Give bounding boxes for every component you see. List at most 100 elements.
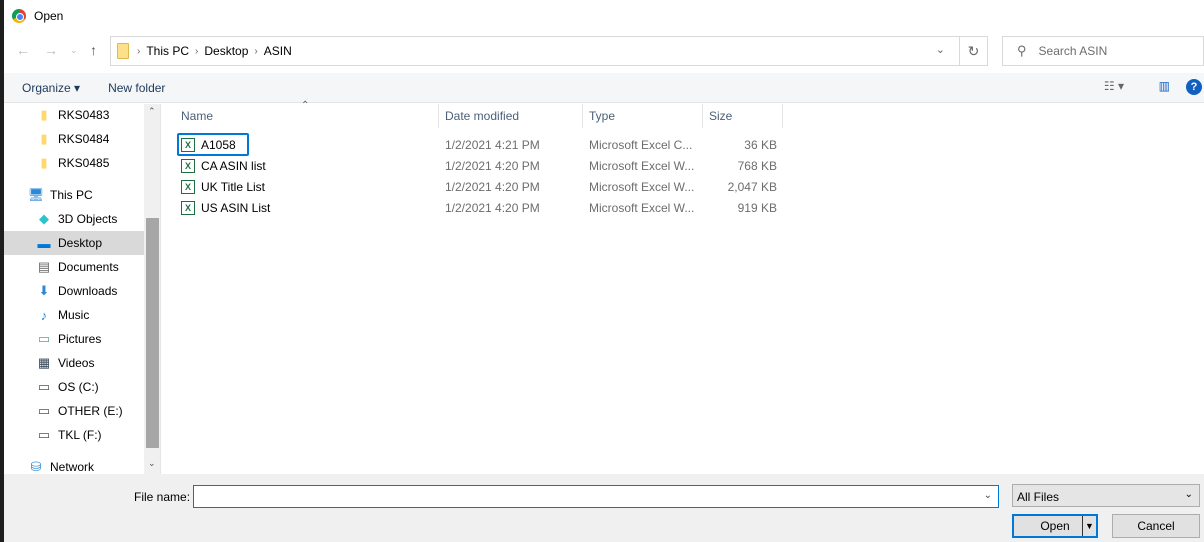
sidebar-item-videos[interactable]: ▦ Videos <box>4 351 144 375</box>
address-bar[interactable]: › This PC › Desktop › ASIN ⌄ <box>110 36 960 66</box>
sidebar-scrollbar[interactable]: ⌃ ⌄ <box>144 104 160 474</box>
column-header-type[interactable]: Type <box>583 104 703 128</box>
sidebar-item-3d-objects[interactable]: ◆ 3D Objects <box>4 207 144 231</box>
column-header-name[interactable]: Name <box>175 104 439 128</box>
excel-file-icon: X <box>181 159 195 173</box>
sidebar-item-os-c[interactable]: ▭ OS (C:) <box>4 375 144 399</box>
computer-icon: 🖥 <box>27 187 45 202</box>
excel-file-icon: X <box>181 180 195 194</box>
file-name-label: File name: <box>134 490 191 504</box>
help-icon[interactable]: ? <box>1186 79 1202 95</box>
sidebar-item-this-pc[interactable]: 🖥 This PC <box>4 183 144 207</box>
navigation-bar: ← → ⌄ ↑ › This PC › Desktop › ASIN ⌄ ↻ ⚲… <box>4 36 1204 66</box>
file-size: 36 KB <box>744 138 777 152</box>
sidebar-item-music[interactable]: ♪ Music <box>4 303 144 327</box>
toolbar: Organize ▾ New folder ☷ ▾ ▥ ? <box>4 73 1204 103</box>
file-name-input[interactable]: ⌄ <box>193 485 999 508</box>
sidebar-item-tkl-f[interactable]: ▭ TKL (F:) <box>4 423 144 447</box>
column-header-date-modified[interactable]: Date modified <box>439 104 583 128</box>
sidebar-item-label: Documents <box>58 260 119 274</box>
file-row[interactable]: X UK Title List 1/2/2021 4:20 PM Microsoft … <box>179 177 819 198</box>
navigation-pane: ▮ RKS0483 ▮ RKS0484 ▮ RKS0485 🖥 This PC ◆ 3D Obje… <box>4 104 160 474</box>
open-button[interactable]: Open ▼ <box>1012 514 1098 538</box>
open-dropdown-icon[interactable]: ▼ <box>1082 516 1096 536</box>
search-input[interactable]: ⚲ Search ASIN <box>1002 36 1204 66</box>
breadcrumb-asin[interactable]: ASIN <box>264 44 292 58</box>
sidebar-item-other-e[interactable]: ▭ OTHER (E:) <box>4 399 144 423</box>
chrome-icon <box>12 9 26 23</box>
file-date: 1/2/2021 4:20 PM <box>445 180 540 194</box>
chevron-right-icon: › <box>254 45 258 57</box>
chevron-down-icon[interactable]: ⌄ <box>984 490 992 501</box>
download-icon: ⬇ <box>38 283 50 298</box>
open-label: Open <box>1040 519 1070 533</box>
scroll-down-icon[interactable]: ⌄ <box>148 458 156 469</box>
scroll-up-icon[interactable]: ⌃ <box>148 106 156 117</box>
sidebar-item-label: TKL (F:) <box>58 428 102 442</box>
sidebar-item-label: Desktop <box>58 236 103 250</box>
file-type-select[interactable]: All Files ⌄ <box>1012 484 1200 507</box>
file-name: UK Title List <box>201 180 266 194</box>
file-row[interactable]: X CA ASIN list 1/2/2021 4:20 PM Microsoft E… <box>179 156 819 177</box>
sidebar-item-label: Downloads <box>58 284 118 298</box>
bottom-panel: File name: ⌄ All Files ⌄ Open ▼ Cancel <box>4 474 1204 542</box>
file-type: Microsoft Excel C... <box>589 138 693 152</box>
organize-button[interactable]: Organize ▾ <box>22 81 80 95</box>
sidebar-item-pictures[interactable]: ▭ Pictures <box>4 327 144 351</box>
chevron-down-icon[interactable]: ⌄ <box>936 43 945 56</box>
preview-pane-icon[interactable]: ▥ <box>1159 79 1170 93</box>
column-header-size[interactable]: Size <box>703 104 783 128</box>
sidebar-item-label: OTHER (E:) <box>58 404 123 418</box>
new-folder-button[interactable]: New folder <box>108 81 165 95</box>
drive-icon: ▭ <box>37 427 51 442</box>
network-icon: ⛁ <box>30 459 42 474</box>
folder-icon: ▮ <box>40 155 48 170</box>
sidebar-item-label: Network <box>50 460 95 474</box>
file-row[interactable]: X US ASIN List 1/2/2021 4:20 PM Microsoft E… <box>179 198 819 219</box>
file-row[interactable]: X A1058 1/2/2021 4:21 PM Microsoft Excel C.… <box>177 133 819 156</box>
organize-label: Organize <box>22 80 71 95</box>
music-icon: ♪ <box>40 307 48 323</box>
window-title: Open <box>34 9 64 23</box>
sidebar-item-label: RKS0484 <box>58 132 110 146</box>
drive-icon: ▭ <box>37 379 51 394</box>
sidebar-item-documents[interactable]: ▤ Documents <box>4 255 144 279</box>
sidebar-item-rks0484[interactable]: ▮ RKS0484 <box>4 127 144 151</box>
cancel-button[interactable]: Cancel <box>1112 514 1200 538</box>
file-list: ⌃ Name Date modified Type Size X A1058 1/2… <box>161 100 1204 474</box>
picture-icon: ▭ <box>37 331 51 346</box>
drive-icon: ▭ <box>37 403 51 418</box>
sidebar-item-label: 3D Objects <box>58 212 118 226</box>
title-bar: Open <box>4 0 1204 32</box>
recent-chevron-icon[interactable]: ⌄ <box>70 45 78 56</box>
sidebar-item-desktop[interactable]: ▬ Desktop <box>4 231 144 255</box>
search-icon: ⚲ <box>1017 43 1027 58</box>
refresh-button[interactable]: ↻ <box>960 36 988 66</box>
view-options-icon[interactable]: ☷ ▾ <box>1104 79 1124 93</box>
sidebar-item-label: RKS0483 <box>58 108 110 122</box>
file-size: 919 KB <box>737 201 777 215</box>
sidebar-item-network[interactable]: ⛁ Network <box>4 455 144 474</box>
forward-arrow-icon[interactable]: → <box>44 42 58 58</box>
cube-icon: ◆ <box>39 211 49 226</box>
back-arrow-icon[interactable]: ← <box>16 42 30 58</box>
sidebar-item-label: This PC <box>50 188 93 202</box>
file-type: Microsoft Excel W... <box>589 180 695 194</box>
sidebar-item-label: Pictures <box>58 332 102 346</box>
sidebar-item-rks0483[interactable]: ▮ RKS0483 <box>4 104 144 127</box>
breadcrumb-desktop[interactable]: Desktop <box>204 44 248 58</box>
refresh-icon: ↻ <box>967 42 980 59</box>
sidebar-item-rks0485[interactable]: ▮ RKS0485 <box>4 151 144 175</box>
chevron-right-icon: › <box>195 45 199 57</box>
breadcrumb-this-pc[interactable]: This PC <box>146 44 189 58</box>
excel-file-icon: X <box>181 201 195 215</box>
sidebar-item-label: OS (C:) <box>58 380 99 394</box>
folder-icon <box>117 43 129 59</box>
up-arrow-icon[interactable]: ↑ <box>90 42 97 58</box>
file-date: 1/2/2021 4:20 PM <box>445 159 540 173</box>
desktop-icon: ▬ <box>37 235 51 251</box>
sidebar-item-downloads[interactable]: ⬇ Downloads <box>4 279 144 303</box>
sidebar-item-label: Music <box>58 308 90 322</box>
scrollbar-thumb[interactable] <box>146 218 159 448</box>
folder-icon: ▮ <box>40 107 48 122</box>
